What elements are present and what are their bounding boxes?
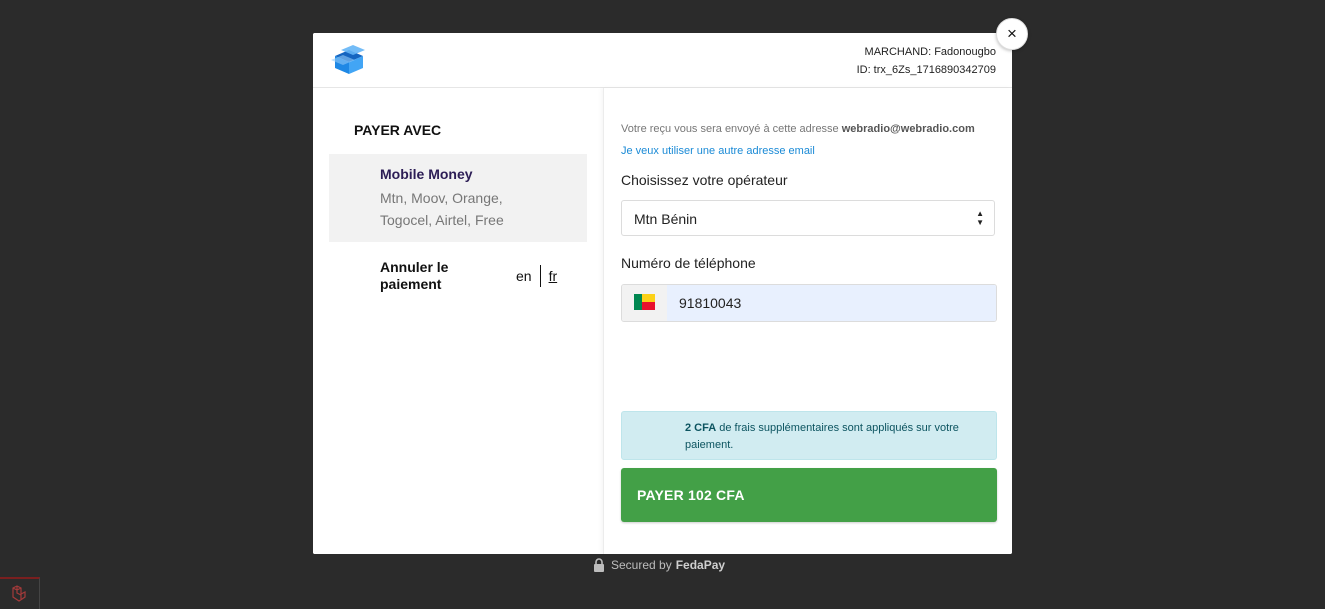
merchant-name: MARCHAND: Fadonougbo xyxy=(864,46,996,58)
transaction-id: ID: trx_6Zs_1716890342709 xyxy=(856,64,996,76)
lang-separator xyxy=(539,265,541,287)
language-switcher: en fr xyxy=(516,265,557,287)
fee-amount: 2 CFA xyxy=(685,422,717,434)
payment-form-panel: Votre reçu vous sera envoyé à cette adre… xyxy=(603,88,1012,554)
lang-fr-link[interactable]: fr xyxy=(549,268,558,284)
laravel-debug-button[interactable] xyxy=(0,577,40,609)
benin-flag-icon xyxy=(634,294,655,310)
payment-modal: MARCHAND: Fadonougbo ID: trx_6Zs_1716890… xyxy=(313,33,1012,554)
pay-with-heading: PAYER AVEC xyxy=(354,122,442,138)
phone-input-group xyxy=(621,284,997,322)
operator-select[interactable]: Mtn Bénin ▲ ▼ xyxy=(621,200,995,236)
alternate-email-link[interactable]: Je veux utiliser une autre adresse email xyxy=(621,145,815,157)
close-icon: × xyxy=(1007,24,1017,43)
merchant-info: MARCHAND: Fadonougbo ID: trx_6Zs_1716890… xyxy=(857,43,996,79)
fedapay-brand: FedaPay xyxy=(675,558,726,572)
fee-notice: 2 CFA de frais supplémentaires sont appl… xyxy=(621,411,997,460)
payment-method-mobile-money[interactable]: Mobile Money Mtn, Moov, Orange, Togocel,… xyxy=(329,154,587,242)
country-selector[interactable] xyxy=(622,285,668,321)
receipt-prefix: Votre reçu vous sera envoyé à cette adre… xyxy=(621,123,842,135)
fee-text: 2 CFA de frais supplémentaires sont appl… xyxy=(685,420,985,454)
cancel-payment-link[interactable]: Annuler le paiement xyxy=(380,259,490,293)
secured-by-footer: Secured by FedaPay xyxy=(593,557,725,573)
logo-icon xyxy=(331,45,365,74)
operator-selected-value: Mtn Bénin xyxy=(634,211,698,227)
operator-label: Choisissez votre opérateur xyxy=(621,172,788,188)
payment-methods-panel: PAYER AVEC Mobile Money Mtn, Moov, Orang… xyxy=(313,88,603,554)
select-arrows-icon: ▲ ▼ xyxy=(976,209,984,227)
secured-by-text: Secured by xyxy=(611,558,672,572)
modal-header: MARCHAND: Fadonougbo ID: trx_6Zs_1716890… xyxy=(313,33,1012,88)
receipt-email: webradio@webradio.com xyxy=(841,123,975,135)
receipt-notice: Votre reçu vous sera envoyé à cette adre… xyxy=(621,123,975,135)
pay-button-label: PAYER 102 CFA xyxy=(637,487,745,503)
phone-number-input[interactable] xyxy=(667,285,996,321)
method-title: Mobile Money xyxy=(380,166,473,182)
pay-button[interactable]: PAYER 102 CFA xyxy=(621,468,997,522)
lock-icon xyxy=(594,558,604,572)
phone-label: Numéro de téléphone xyxy=(621,255,756,271)
close-button[interactable]: × xyxy=(996,18,1028,50)
laravel-icon xyxy=(11,585,26,602)
lang-en-link[interactable]: en xyxy=(516,268,532,284)
fee-description: de frais supplémentaires sont appliqués … xyxy=(685,422,959,451)
method-operators: Mtn, Moov, Orange, Togocel, Airtel, Free xyxy=(380,190,504,228)
